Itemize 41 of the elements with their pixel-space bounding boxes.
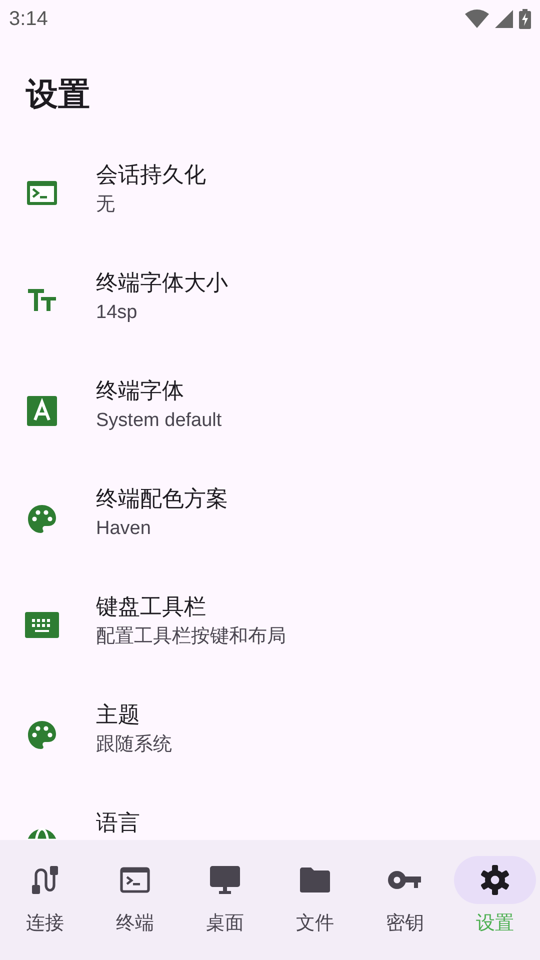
nav-tab[interactable]: 文件 (270, 840, 360, 960)
setting-value: Haven (96, 517, 152, 541)
cable-icon (31, 865, 59, 895)
monitor-icon (210, 866, 240, 894)
folder-icon (300, 867, 330, 893)
terminal-icon (26, 180, 58, 206)
keyboard-icon (25, 612, 59, 638)
setting-value: 跟随系统 (96, 733, 172, 757)
setting-value: System default (96, 409, 222, 433)
settings-item[interactable]: 主题 跟随系统 (0, 690, 540, 798)
status-time: 3:14 (9, 7, 48, 32)
nav-tab[interactable]: 连接 (0, 840, 90, 960)
setting-title: 主题 (96, 701, 141, 729)
settings-item[interactable]: 会话持久化 无 (0, 150, 540, 258)
setting-value: 14sp (96, 301, 138, 325)
settings-item[interactable]: 终端字体大小 14sp (0, 258, 540, 366)
setting-title: 终端配色方案 (96, 485, 228, 513)
text-size-icon (27, 288, 57, 312)
page-title: 设置 (26, 75, 90, 114)
setting-title: 会话持久化 (96, 161, 206, 189)
setting-value: 无 (96, 193, 116, 217)
nav-tab[interactable]: 桌面 (180, 840, 270, 960)
font-icon (27, 396, 57, 426)
nav-tab[interactable]: 密钥 (360, 840, 450, 960)
setting-value: 配置工具栏按键和布局 (96, 625, 286, 649)
setting-title: 终端字体大小 (96, 269, 228, 297)
settings-item[interactable]: 键盘工具栏 配置工具栏按键和布局 (0, 582, 540, 690)
nav-tab[interactable]: 终端 (90, 840, 180, 960)
key-icon (388, 870, 422, 890)
palette-icon (27, 720, 57, 750)
setting-title: 语言 (96, 809, 140, 837)
setting-title: 键盘工具栏 (96, 593, 207, 621)
settings-item[interactable]: 终端配色方案 Haven (0, 474, 540, 582)
signal-icon (495, 10, 513, 28)
settings-icon (480, 865, 510, 895)
palette-icon (27, 504, 57, 534)
wifi-icon (465, 9, 489, 29)
setting-title: 终端字体 (96, 377, 185, 405)
battery-icon (519, 9, 531, 29)
terminal-icon (120, 867, 150, 893)
settings-item[interactable]: 终端字体 System default (0, 366, 540, 474)
